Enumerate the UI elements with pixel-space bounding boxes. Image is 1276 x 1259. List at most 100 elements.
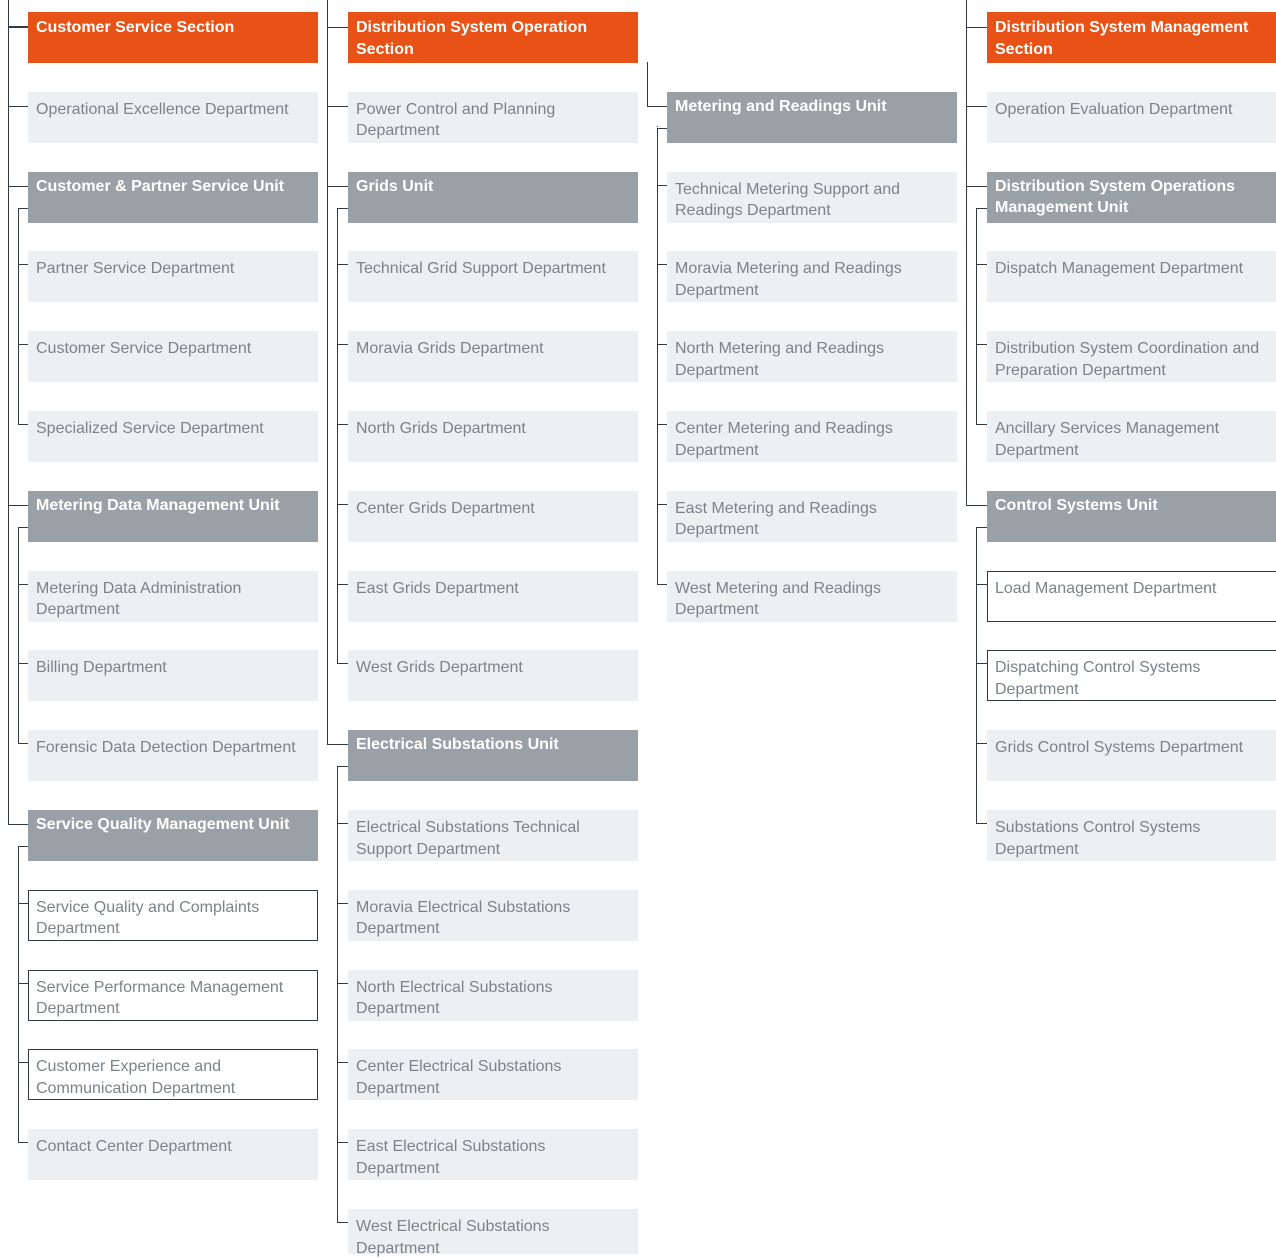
connector-tick <box>8 105 28 107</box>
connector-tick <box>337 982 348 984</box>
section-distribution-system-management-section: Distribution System Management Section <box>987 12 1276 63</box>
connector-tick <box>657 503 667 505</box>
section-customer-service-section: Customer Service Section <box>28 12 318 63</box>
connector-spine <box>976 526 977 824</box>
department-center-electrical-substations-department: Center Electrical Substations Department <box>348 1049 638 1101</box>
department-east-metering-and-readings-department: East Metering and Readings Department <box>667 490 957 542</box>
connector-tick <box>327 744 348 746</box>
connector-tick <box>657 264 667 266</box>
connector-tick <box>18 982 28 984</box>
connector-tick <box>966 185 987 187</box>
connector-spine <box>18 526 19 745</box>
connector-tick <box>337 823 348 824</box>
connector-tick <box>337 344 348 346</box>
unit-distribution-system-operations-management-unit: Distribution System Operations Managemen… <box>987 171 1276 223</box>
department-billing-department: Billing Department <box>28 650 318 702</box>
department-operation-evaluation-department: Operation Evaluation Department <box>987 91 1276 143</box>
department-moravia-metering-and-readings-department: Moravia Metering and Readings Department <box>667 251 957 303</box>
connector-tick <box>657 344 667 346</box>
connector-link <box>647 62 648 106</box>
connector-tick <box>976 583 987 585</box>
connector-spine <box>337 207 338 665</box>
department-substations-control-systems-department: Substations Control Systems Department <box>987 810 1276 861</box>
unit-metering-and-readings-unit: Metering and Readings Unit <box>667 91 957 143</box>
connector-spine <box>657 127 658 585</box>
connector-tick <box>337 902 348 904</box>
connector-tick <box>337 264 348 266</box>
department-service-performance-management-department: Service Performance Management Departmen… <box>28 969 318 1021</box>
department-east-grids-department: East Grids Department <box>348 570 638 622</box>
connector-tick <box>337 583 348 585</box>
unit-control-systems-unit: Control Systems Unit <box>987 490 1276 542</box>
department-west-electrical-substations-department: West Electrical Substations Department <box>348 1209 638 1257</box>
connector-tick <box>337 424 348 425</box>
connector-tick <box>976 424 987 425</box>
connector-spine <box>327 0 328 746</box>
department-west-metering-and-readings-department: West Metering and Readings Department <box>667 570 957 622</box>
department-ancillary-services-management-department: Ancillary Services Management Department <box>987 411 1276 462</box>
connector-tick <box>18 526 28 528</box>
department-contact-center-department: Contact Center Department <box>28 1129 318 1181</box>
department-distribution-system-coordination-and-preparation-department: Distribution System Coordination and Pre… <box>987 331 1276 383</box>
connector-tick <box>966 27 987 28</box>
connector-tick <box>976 743 987 745</box>
connector-tick <box>327 105 348 107</box>
department-operational-excellence-department: Operational Excellence Department <box>28 91 318 143</box>
department-moravia-grids-department: Moravia Grids Department <box>348 331 638 383</box>
connector-tick <box>18 846 28 847</box>
connector-spine <box>976 207 977 425</box>
unit-grids-unit: Grids Unit <box>348 171 638 223</box>
connector-spine <box>337 766 338 1223</box>
department-moravia-electrical-substations-department: Moravia Electrical Substations Departmen… <box>348 889 638 941</box>
department-customer-service-department: Customer Service Department <box>28 331 318 383</box>
connector-tick <box>18 1062 28 1064</box>
connector-tick <box>976 264 987 266</box>
connector-tick <box>327 185 348 187</box>
section-distribution-system-operation-section: Distribution System Operation Section <box>348 12 638 63</box>
connector-tick <box>18 663 28 665</box>
connector-tick <box>337 207 348 209</box>
connector-tick <box>657 127 667 129</box>
connector-tick <box>337 1222 348 1223</box>
connector-tick <box>976 823 987 824</box>
department-west-grids-department: West Grids Department <box>348 650 638 702</box>
department-technical-metering-support-and-readings-department: Technical Metering Support and Readings … <box>667 171 957 223</box>
connector-tick <box>18 902 28 904</box>
connector-tick <box>18 1142 28 1144</box>
connector-spine <box>18 846 19 1144</box>
unit-electrical-substations-unit: Electrical Substations Unit <box>348 730 638 782</box>
department-specialized-service-department: Specialized Service Department <box>28 411 318 462</box>
department-load-management-department: Load Management Department <box>987 570 1276 622</box>
connector-tick <box>8 26 28 27</box>
department-metering-data-administration-department: Metering Data Administration Department <box>28 570 318 622</box>
connector-tick <box>18 583 28 585</box>
department-technical-grid-support-department: Technical Grid Support Department <box>348 251 638 303</box>
connector-tick <box>337 766 348 768</box>
connector-tick <box>657 184 667 186</box>
connector-spine <box>8 0 9 825</box>
connector-tick <box>966 504 987 506</box>
connector-tick <box>18 207 28 209</box>
connector-tick <box>18 264 28 266</box>
department-dispatching-control-systems-department: Dispatching Control Systems Department <box>987 650 1276 702</box>
department-dispatch-management-department: Dispatch Management Department <box>987 251 1276 303</box>
connector-tick <box>8 504 28 506</box>
connector-tick <box>337 1062 348 1064</box>
department-partner-service-department: Partner Service Department <box>28 251 318 303</box>
connector-tick <box>18 743 28 745</box>
department-electrical-substations-technical-support-department: Electrical Substations Technical Support… <box>348 810 638 861</box>
connector-tick <box>966 105 987 107</box>
connector-tick <box>337 503 348 505</box>
connector-spine <box>18 207 19 425</box>
department-north-grids-department: North Grids Department <box>348 411 638 462</box>
department-north-electrical-substations-department: North Electrical Substations Department <box>348 969 638 1021</box>
department-center-metering-and-readings-department: Center Metering and Readings Department <box>667 411 957 462</box>
department-forensic-data-detection-department: Forensic Data Detection Department <box>28 730 318 782</box>
connector-tick <box>327 27 348 28</box>
connector-tick <box>337 663 348 665</box>
unit-customer-and-partner-service-unit: Customer & Partner Service Unit <box>28 171 318 223</box>
department-center-grids-department: Center Grids Department <box>348 490 638 542</box>
connector-tick <box>976 207 987 209</box>
department-customer-experience-and-communication-department: Customer Experience and Communication De… <box>28 1049 318 1101</box>
org-chart: Customer Service Section Operational Exce… <box>0 0 1276 1257</box>
